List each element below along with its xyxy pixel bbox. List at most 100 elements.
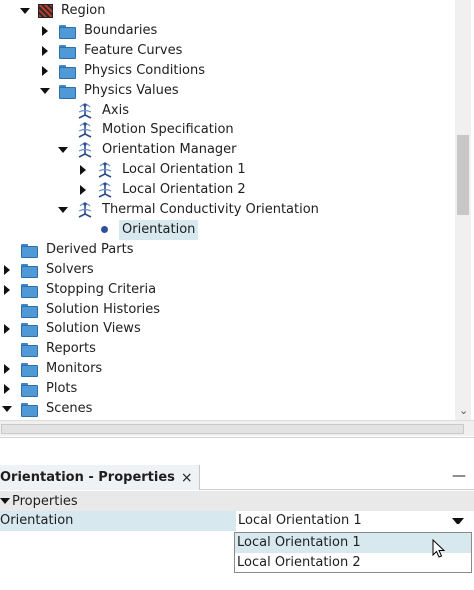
vertical-scrollbar[interactable]: ⌄ bbox=[455, 0, 471, 420]
tree-item-label: Solution Views bbox=[46, 321, 141, 337]
tree-item-label: Stopping Criteria bbox=[46, 281, 157, 297]
tree-item[interactable]: Physics Conditions bbox=[40, 61, 208, 81]
tree-item[interactable]: Solvers bbox=[2, 260, 97, 280]
chevron-down-icon[interactable] bbox=[58, 145, 68, 155]
tree-item[interactable]: Thermal Conductivity Orientation bbox=[58, 200, 322, 220]
orientation-icon bbox=[76, 142, 94, 159]
tree-item-label: Region bbox=[61, 3, 106, 18]
property-row-orientation[interactable]: Orientation Local Orientation 1 bbox=[0, 511, 474, 531]
chevron-right-icon[interactable] bbox=[40, 46, 50, 56]
orientation-icon bbox=[96, 182, 114, 198]
tree-item-label: Solution Histories bbox=[46, 301, 161, 317]
properties-section-header[interactable]: Properties bbox=[0, 491, 474, 511]
chevron-right-icon[interactable] bbox=[40, 66, 50, 76]
tree-item[interactable]: Axis bbox=[58, 101, 132, 121]
chevron-right-icon[interactable] bbox=[78, 165, 88, 175]
horizontal-scrollbar[interactable] bbox=[0, 420, 474, 436]
tree-item[interactable]: Orientation bbox=[78, 219, 199, 240]
simulation-tree[interactable]: Region Boundaries Feature Curves Physics Co… bbox=[0, 0, 474, 420]
orientation-icon bbox=[96, 162, 114, 178]
property-key: Orientation bbox=[0, 513, 74, 528]
tree-item[interactable]: Reports bbox=[2, 339, 99, 359]
tree-item-label: Orientation bbox=[119, 219, 199, 240]
tab-properties[interactable]: Orientation - Properties × bbox=[0, 465, 200, 490]
folder-icon bbox=[20, 282, 38, 298]
tree-item-label: Local Orientation 2 bbox=[122, 182, 246, 198]
tree-item-label: Physics Conditions bbox=[84, 62, 206, 78]
folder-icon bbox=[20, 381, 38, 398]
folder-icon bbox=[58, 43, 76, 59]
tree-item[interactable]: Stopping Criteria bbox=[2, 280, 159, 300]
folder-icon bbox=[58, 83, 76, 99]
minimize-icon[interactable]: — bbox=[452, 468, 466, 484]
orientation-select[interactable]: Local Orientation 1 bbox=[236, 511, 474, 531]
tree-item-label: Axis bbox=[102, 102, 129, 118]
chevron-down-icon[interactable] bbox=[20, 6, 30, 16]
tree-item-label: Scenes bbox=[46, 401, 93, 416]
tree-item[interactable]: Monitors bbox=[2, 359, 105, 379]
folder-icon bbox=[20, 401, 38, 417]
region-icon bbox=[38, 4, 53, 18]
chevron-right-icon[interactable] bbox=[2, 285, 12, 295]
tree-item-label: Solvers bbox=[46, 261, 94, 277]
tree-item-label: Reports bbox=[46, 341, 96, 357]
chevron-down-icon[interactable] bbox=[58, 205, 68, 215]
tree-item-label: Derived Parts bbox=[46, 241, 134, 257]
horizontal-scroll-thumb[interactable] bbox=[1, 424, 464, 434]
orientation-icon bbox=[76, 202, 94, 218]
tree-item[interactable]: Physics Values bbox=[40, 81, 182, 101]
close-icon[interactable]: × bbox=[181, 470, 193, 486]
folder-icon bbox=[20, 242, 38, 258]
panel-footer bbox=[0, 575, 474, 590]
tree-item[interactable]: Scenes bbox=[2, 399, 95, 419]
tree-item-label: Physics Values bbox=[84, 82, 179, 98]
chevron-down-icon[interactable] bbox=[40, 86, 50, 96]
selected-value: Local Orientation 1 bbox=[238, 513, 362, 528]
tree-item-label: Thermal Conductivity Orientation bbox=[102, 202, 319, 217]
mouse-cursor-icon bbox=[432, 539, 446, 558]
folder-icon bbox=[20, 262, 38, 278]
section-label: Properties bbox=[12, 493, 78, 509]
orientation-icon bbox=[76, 122, 94, 139]
tree-item[interactable]: Plots bbox=[2, 379, 80, 399]
tree-item-label: Monitors bbox=[46, 361, 103, 377]
chevron-right-icon[interactable] bbox=[2, 364, 12, 374]
chevron-right-icon[interactable] bbox=[2, 384, 12, 394]
chevron-down-icon[interactable] bbox=[0, 496, 10, 506]
tree-item-label: Orientation Manager bbox=[102, 142, 237, 158]
tree-item[interactable]: Orientation Manager bbox=[58, 140, 240, 160]
tree-item[interactable]: Motion Specification bbox=[58, 120, 237, 140]
chevron-right-icon[interactable] bbox=[78, 185, 88, 195]
folder-icon bbox=[20, 302, 38, 318]
chevron-right-icon[interactable] bbox=[2, 265, 12, 275]
tree-item[interactable]: Derived Parts bbox=[2, 240, 136, 260]
tab-title: Orientation - Properties bbox=[0, 470, 175, 485]
tree-item-label: Feature Curves bbox=[84, 42, 183, 58]
dropdown-arrow-icon[interactable] bbox=[452, 518, 464, 524]
folder-icon bbox=[58, 63, 76, 79]
properties-tab-bar: Orientation - Properties × — bbox=[0, 465, 474, 490]
folder-icon bbox=[20, 341, 38, 358]
tree-item-label: Plots bbox=[46, 381, 78, 397]
tree-item-label: Local Orientation 1 bbox=[122, 162, 246, 178]
tree-item[interactable]: Local Orientation 1 bbox=[78, 160, 249, 180]
folder-icon bbox=[20, 361, 38, 378]
chevron-right-icon[interactable] bbox=[40, 26, 50, 36]
chevron-right-icon[interactable] bbox=[2, 324, 12, 334]
tree-item[interactable]: Solution Views bbox=[2, 319, 144, 339]
chevron-down-icon[interactable] bbox=[2, 404, 12, 414]
scroll-down-arrow[interactable]: ⌄ bbox=[459, 404, 468, 417]
tree-item[interactable]: Local Orientation 2 bbox=[78, 180, 249, 200]
tree-item[interactable]: Region bbox=[20, 1, 109, 21]
tree-item[interactable]: Feature Curves bbox=[40, 41, 185, 61]
orientation-icon bbox=[76, 102, 94, 119]
tree-item[interactable]: Boundaries bbox=[40, 21, 160, 41]
tree-item[interactable]: Solution Histories bbox=[2, 300, 163, 320]
vertical-scroll-thumb[interactable] bbox=[457, 135, 469, 215]
